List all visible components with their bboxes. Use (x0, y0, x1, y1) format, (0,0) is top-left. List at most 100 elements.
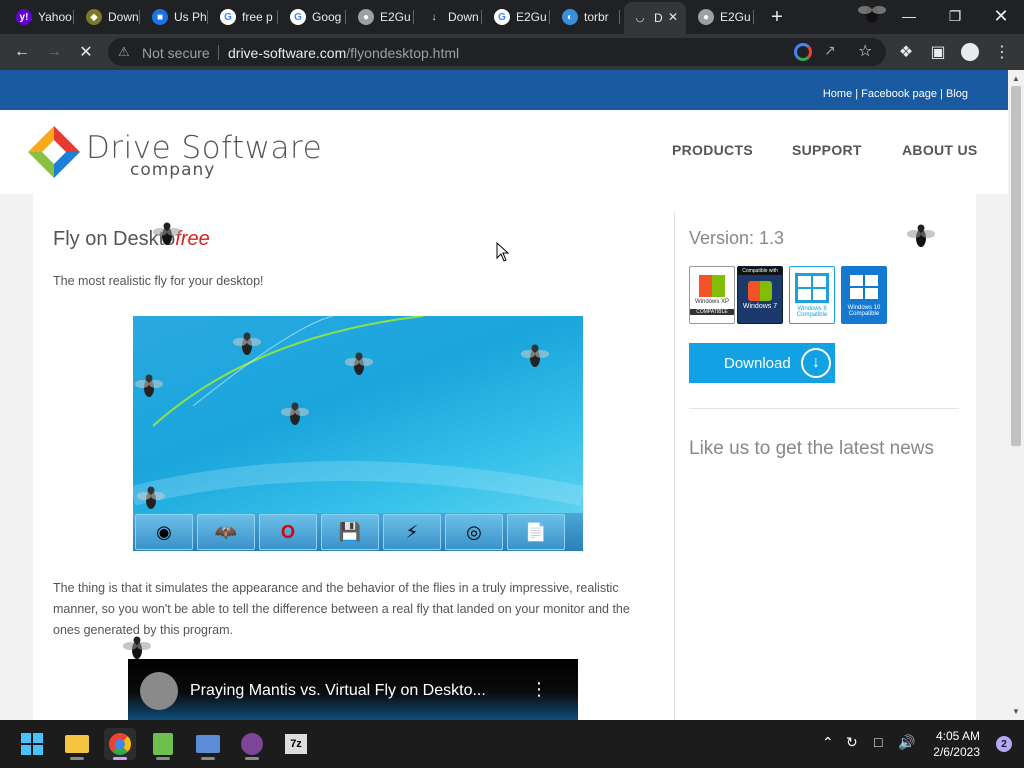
top-links[interactable]: Home | Facebook page | Blog (823, 88, 968, 100)
tab-separator (207, 10, 208, 24)
badge-label: Windows XP (694, 299, 729, 305)
video-menu-icon[interactable]: ⋮ (530, 679, 548, 700)
side-panel-icon[interactable]: ▣ (926, 40, 950, 64)
browser-tab[interactable]: ● E2Gu (690, 4, 754, 30)
video-title[interactable]: Praying Mantis vs. Virtual Fly on Deskto… (190, 682, 486, 700)
url-path: /flyondesktop.html (346, 45, 460, 61)
nav-products[interactable]: PRODUCTS (672, 142, 753, 158)
sync-status-icon[interactable]: ↻ (846, 734, 858, 751)
forward-arrow-icon[interactable]: → (42, 40, 66, 64)
tab-separator (277, 10, 278, 24)
volume-icon[interactable]: 🔊 (898, 734, 915, 751)
fly-icon (345, 352, 373, 375)
nav-about-us[interactable]: ABOUT US (902, 142, 978, 158)
browser-tab[interactable]: ↓ Down (418, 4, 482, 30)
fly-icon[interactable] (152, 218, 182, 252)
winamp-icon: ⚡ (383, 514, 441, 550)
back-arrow-icon[interactable]: ← (10, 40, 34, 64)
tab-separator (345, 10, 346, 24)
fly-icon (233, 332, 261, 355)
globe-icon: ● (358, 9, 374, 25)
google-lens-icon[interactable] (794, 43, 812, 61)
scroll-down-icon[interactable]: ▼ (1011, 707, 1021, 716)
browser-tab[interactable]: ◡ D ✕ (624, 2, 686, 34)
profile-avatar-icon[interactable] (958, 40, 982, 64)
shield-icon: ◆ (86, 9, 102, 25)
download-icon: ↓ (431, 11, 437, 23)
close-tab-icon[interactable]: ✕ (668, 10, 678, 24)
nav-support[interactable]: SUPPORT (792, 142, 862, 158)
taskbar-indicator (113, 757, 127, 760)
drive-software-logo-icon[interactable] (28, 126, 80, 178)
share-icon[interactable]: ↗ (824, 42, 836, 59)
tab-separator (619, 10, 620, 24)
fly-on-tabbar-icon (855, 0, 889, 31)
download-button[interactable]: Download ↓ (689, 343, 835, 383)
browser-tab[interactable]: ● E2Gu (350, 4, 414, 30)
7zip-icon[interactable]: 7z (280, 728, 312, 760)
browser-tab[interactable]: ◆ Down (78, 4, 140, 30)
tor-browser-icon[interactable] (236, 728, 268, 760)
youtube-embed[interactable]: Praying Mantis vs. Virtual Fly on Deskto… (128, 659, 578, 720)
minimize-button[interactable]: — (886, 0, 932, 32)
tab-title: Down (108, 10, 139, 24)
omnibox-divider (218, 45, 219, 60)
badge-sub: Compatible (796, 312, 828, 318)
page-scrollbar[interactable]: ▲ ▼ (1008, 70, 1024, 720)
security-label[interactable]: Not secure (142, 45, 210, 61)
channel-avatar[interactable] (140, 672, 178, 710)
network-icon[interactable]: □ (874, 734, 882, 750)
windows-start-icon[interactable] (16, 728, 48, 760)
file-explorer-icon[interactable] (61, 728, 93, 760)
main-content: Fly on Desktofree The most realistic fly… (33, 194, 976, 720)
address-bar[interactable]: ⚠ Not secure drive-software.com/flyondes… (108, 38, 886, 66)
clock[interactable]: 4:05 AM 2/6/2023 (933, 728, 980, 760)
browser-tab[interactable]: ■ Us Ph (144, 4, 208, 30)
close-window-button[interactable]: ✕ (978, 0, 1024, 32)
browser-toolbar: ← → ✕ ⚠ Not secure drive-software.com/fl… (0, 34, 1024, 70)
browser-tab[interactable]: ◐ torbr (554, 4, 620, 30)
app-icon: 🦇 (197, 514, 255, 550)
notification-badge[interactable]: 2 (996, 736, 1012, 752)
globe-icon: ● (698, 9, 714, 25)
clock-date: 2/6/2023 (933, 745, 980, 759)
extensions-icon[interactable]: ❖ (894, 40, 918, 64)
tab-title: Down (448, 10, 479, 24)
remote-desktop-icon[interactable] (192, 728, 224, 760)
tab-title: E2Gu (516, 10, 547, 24)
warning-icon[interactable]: ⚠ (118, 44, 130, 60)
browser-tab[interactable]: G Goog (282, 4, 346, 30)
badge-sub: COMPATIBLE (690, 309, 734, 315)
browser-tab[interactable]: Gfree p (212, 4, 278, 30)
browser-menu-icon[interactable]: ⋮ (990, 40, 1014, 64)
tab-separator (139, 10, 140, 24)
restore-button[interactable]: ❐ (932, 0, 978, 32)
browser-tab[interactable]: G E2Gu (486, 4, 550, 30)
browser-tab[interactable]: y! Yahoo (8, 4, 74, 30)
tab-title: torbr (584, 10, 609, 24)
google-icon: G (494, 9, 510, 25)
badge-windows-7: Compatible with Windows 7 (737, 266, 783, 324)
stop-loading-icon[interactable]: ✕ (74, 40, 98, 64)
tab-separator (549, 10, 550, 24)
badge-windows-8: Windows 8 Compatible (789, 266, 835, 324)
download-label: Download (724, 354, 791, 372)
google-icon: G (220, 9, 236, 25)
fly-icon[interactable] (906, 220, 936, 254)
chrome-taskbar-icon[interactable] (104, 728, 136, 760)
tab-title: free p (242, 10, 273, 24)
scroll-up-icon[interactable]: ▲ (1011, 74, 1021, 83)
google-icon: G (290, 9, 306, 25)
new-tab-button[interactable]: + (766, 6, 788, 28)
tab-separator (753, 10, 754, 24)
notepad-app-icon[interactable] (147, 728, 179, 760)
url-text[interactable]: drive-software.com/flyondesktop.html (228, 45, 459, 61)
site-top-bar: Home | Facebook page | Blog (0, 70, 1008, 110)
logo-subtitle: company (130, 160, 216, 180)
scroll-thumb[interactable] (1011, 86, 1021, 446)
url-domain: drive-software.com (228, 45, 347, 61)
yahoo-icon: y! (16, 9, 32, 25)
fly-icon[interactable] (122, 632, 152, 666)
bookmark-star-icon[interactable]: ☆ (858, 41, 872, 61)
tray-overflow-chevron-icon[interactable]: ⌃ (822, 734, 834, 751)
